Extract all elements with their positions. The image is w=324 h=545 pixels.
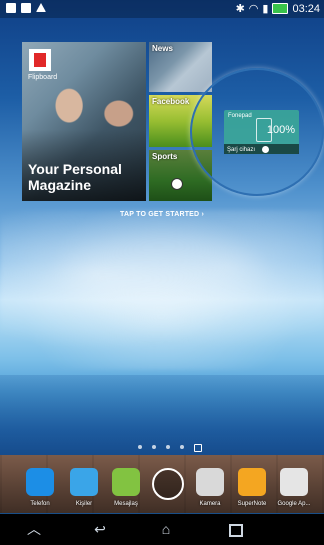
google-apps-icon [280,468,308,496]
bluetooth-icon: ✱ [235,3,245,15]
recent-apps-icon[interactable] [229,524,243,537]
page-indicator [138,444,202,452]
tile-label-sports: Sports [152,152,178,161]
dock-item-messaging[interactable]: Mesajlaş [106,468,146,507]
wallpaper-sea [0,375,324,455]
battery-widget-device-name: Fonepad [228,113,252,119]
dock-item-all-apps[interactable] [148,468,188,505]
dock-item-contacts[interactable]: Kişiler [64,468,104,507]
dock-label-contacts: Kişiler [75,501,93,507]
page-dot-active [194,444,202,452]
warning-icon [36,3,46,12]
signal-icon: ▮ [262,3,269,15]
notification-icons [6,3,46,13]
battery-percentage: 100% [266,124,295,136]
clock-time: 03:24 [292,2,320,15]
system-status-icons: ✱ ◠ ▮ 03:24 [235,2,320,16]
app-dock: Telefon Kişiler Mesajlaş Kamera SuperNot… [0,462,324,514]
contacts-icon [70,468,98,496]
dock-label-phone: Telefon [30,501,50,507]
status-bar: ✱ ◠ ▮ 03:24 [0,0,324,18]
camera-icon [196,468,224,496]
navigation-bar: ︿ ↩ ⌂ [0,514,324,545]
dock-item-phone[interactable]: Telefon [20,468,60,507]
apps-grid-icon [152,468,184,500]
wallpaper-clouds [0,210,324,370]
battery-widget[interactable]: Fonepad 100% Şarj cihazı [224,110,299,154]
page-dot [138,445,142,449]
dock-item-google-apps[interactable]: Google Ap... [274,468,314,507]
page-dot [180,445,184,449]
flipboard-widget[interactable]: Flipboard Your Personal Magazine [22,42,146,201]
dock-label-camera: Kamera [199,501,221,507]
page-dot [152,445,156,449]
file-notification-icon [6,3,16,13]
home-icon[interactable]: ⌂ [158,522,174,536]
page-dot [166,445,170,449]
image-notification-icon [21,3,31,13]
charger-label: Şarj cihazı [227,147,256,153]
tile-label-facebook: Facebook [152,97,190,106]
dock-item-camera[interactable]: Kamera [190,468,230,507]
phone-icon [26,468,54,496]
dock-label-messaging: Mesajlaş [114,501,138,507]
flipboard-logo-label: Flipboard [28,74,58,81]
battery-widget-footer: Şarj cihazı [224,144,299,154]
battery-icon [272,3,289,14]
tile-label-news: News [152,44,173,53]
soccer-ball-icon [171,178,183,190]
flipboard-title: Your Personal Magazine [28,161,122,193]
dock-label-google-apps: Google Ap... [277,501,311,507]
charger-icon [262,146,269,153]
flipboard-logo-icon [29,49,51,71]
messaging-icon [112,468,140,496]
back-icon[interactable]: ↩ [92,522,108,536]
tile-news[interactable]: News [149,42,212,92]
dock-item-supernote[interactable]: SuperNote [232,468,272,507]
dock-label-supernote: SuperNote [237,501,267,507]
tap-to-get-started-link[interactable]: TAP TO GET STARTED › [120,211,204,218]
hide-keyboard-icon[interactable]: ︿ [26,522,42,536]
wifi-icon: ◠ [248,3,259,15]
supernote-icon [238,468,266,496]
